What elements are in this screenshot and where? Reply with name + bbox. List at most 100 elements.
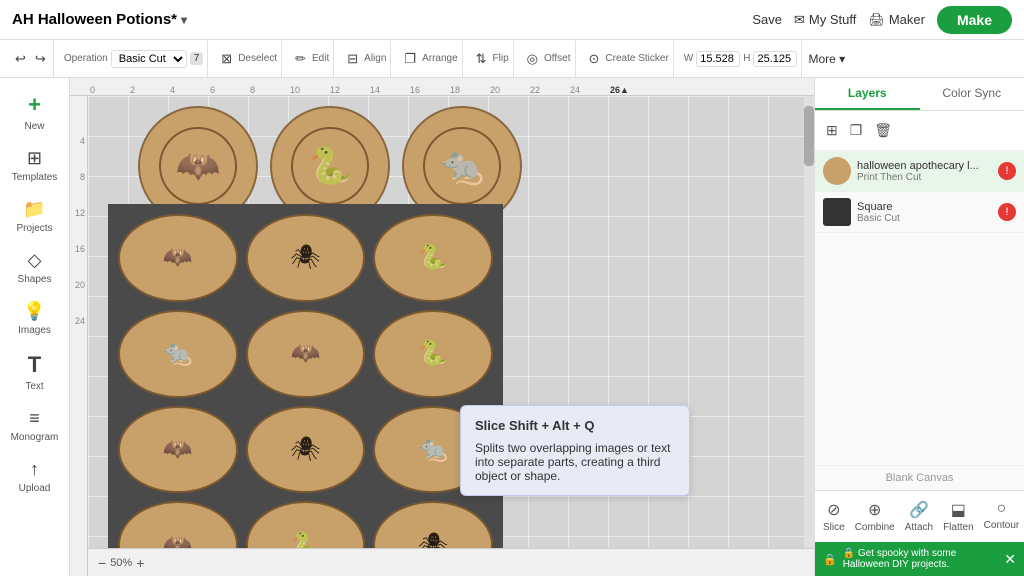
offset-label: Offset xyxy=(544,53,571,64)
undo-button[interactable]: ↩ xyxy=(12,49,29,69)
more-button[interactable]: More ▾ xyxy=(808,52,845,66)
dark-square: 🦇 🕷 🐍 🐀 🦇 🐍 🦇 🕷 🐀 🦇 🐍 🕷 xyxy=(108,204,503,576)
sidebar-item-text-label: Text xyxy=(25,381,43,392)
toolbar-align-group: ⊟ Align xyxy=(340,40,391,77)
layer-thumb-1 xyxy=(823,198,851,226)
toolbar-deselect-group: ⊠ Deselect xyxy=(214,40,282,77)
create-sticker-button[interactable]: ⊙ xyxy=(586,49,603,69)
duplicate-button[interactable]: ❐ xyxy=(847,119,866,142)
canvas-area[interactable]: 024 6810 121416 182022 2426▲ 4 8 12 16 2… xyxy=(70,78,814,576)
combine-button[interactable]: ⊕ Combine xyxy=(851,497,899,536)
images-icon: 💡 xyxy=(23,301,45,322)
attach-icon: 🔗 xyxy=(909,500,929,520)
document-title: AH Halloween Potions* ▾ xyxy=(12,11,187,28)
arrange-button[interactable]: ❐ xyxy=(401,49,419,69)
sidebar-item-images[interactable]: 💡 Images xyxy=(5,295,65,342)
title-chevron-icon[interactable]: ▾ xyxy=(181,13,187,27)
height-label: H xyxy=(743,53,750,64)
operation-select[interactable]: Basic Cut xyxy=(111,50,187,68)
vertical-ruler: 4 8 12 16 20 24 xyxy=(70,96,88,576)
save-button[interactable]: Save xyxy=(752,12,782,27)
bottom-tools: ⊘ Slice ⊕ Combine 🔗 Attach ⬓ Flatten ○ xyxy=(815,491,1024,542)
sidebar-item-images-label: Images xyxy=(18,325,51,336)
tab-color-sync[interactable]: Color Sync xyxy=(920,78,1024,110)
horizontal-ruler: 024 6810 121416 182022 2426▲ xyxy=(70,78,814,96)
deselect-button[interactable]: ⊠ xyxy=(218,49,235,69)
sidebar-item-templates[interactable]: ⊞ Templates xyxy=(5,142,65,189)
snake-svg: 🐍 xyxy=(290,126,370,206)
right-panel: Layers Color Sync ⊞ ❐ 🗑 halloween apothe… xyxy=(814,78,1024,576)
sticker-label: Create Sticker xyxy=(605,53,668,64)
sidebar-item-shapes[interactable]: ◇ Shapes xyxy=(5,244,65,291)
offset-button[interactable]: ◎ xyxy=(524,49,541,69)
layer-warning-1: ! xyxy=(998,203,1016,221)
promo-bar: 🔒 🔒 Get spooky with some Halloween DIY p… xyxy=(815,542,1024,576)
group-button[interactable]: ⊞ xyxy=(823,119,841,142)
operation-badge: 7 xyxy=(190,52,204,65)
maker-button[interactable]: 🖨 Maker xyxy=(868,12,925,28)
align-button[interactable]: ⊟ xyxy=(344,49,361,69)
sidebar-item-projects-label: Projects xyxy=(16,223,52,234)
grid-circle-1: 🦇 xyxy=(118,214,238,302)
make-button[interactable]: Make xyxy=(937,6,1012,34)
sidebar-item-new-label: New xyxy=(24,121,44,132)
sidebar-item-new[interactable]: + New xyxy=(5,86,65,138)
left-sidebar: + New ⊞ Templates 📁 Projects ◇ Shapes 💡 … xyxy=(0,78,70,576)
arrange-label: Arrange xyxy=(422,53,458,64)
height-input[interactable] xyxy=(753,51,797,67)
sidebar-item-shapes-label: Shapes xyxy=(18,274,52,285)
layer-item-0[interactable]: halloween apothecary l... Print Then Cut… xyxy=(815,151,1024,192)
tooltip-box: Slice Shift + Alt + Q Splits two overlap… xyxy=(460,405,690,496)
mystuff-button[interactable]: ✉ My Stuff xyxy=(794,12,856,28)
promo-close-button[interactable]: ✕ xyxy=(1004,551,1016,568)
grid-circle-6: 🐍 xyxy=(373,310,493,398)
flip-button[interactable]: ⇅ xyxy=(473,49,490,69)
shapes-icon: ◇ xyxy=(28,250,42,271)
toolbar-size-group: W H xyxy=(680,40,803,77)
templates-icon: ⊞ xyxy=(27,148,42,169)
toolbar-new-group: ↩ ↪ xyxy=(8,40,54,77)
grid-circle-4: 🐀 xyxy=(118,310,238,398)
top-actions: Save ✉ My Stuff 🖨 Maker Make xyxy=(752,6,1012,34)
zoom-value: 50% xyxy=(110,557,132,569)
operation-label: Operation xyxy=(64,53,108,64)
sidebar-item-templates-label: Templates xyxy=(12,172,58,183)
sidebar-item-upload[interactable]: ↑ Upload xyxy=(5,453,65,500)
deselect-label: Deselect xyxy=(238,53,277,64)
sidebar-item-monogram[interactable]: ≡ Monogram xyxy=(5,402,65,449)
flatten-button[interactable]: ⬓ Flatten xyxy=(939,497,978,536)
main-area: + New ⊞ Templates 📁 Projects ◇ Shapes 💡 … xyxy=(0,78,1024,576)
tooltip-description: Splits two overlapping images or text in… xyxy=(475,441,675,483)
layer-name-1: Square xyxy=(857,201,992,213)
canvas-scrollbar[interactable] xyxy=(804,96,814,548)
text-icon: T xyxy=(28,352,41,378)
layer-item-1[interactable]: Square Basic Cut ! xyxy=(815,192,1024,233)
title-text: AH Halloween Potions* xyxy=(12,11,177,28)
delete-button[interactable]: 🗑 xyxy=(871,119,895,142)
zoom-in-button[interactable]: + xyxy=(136,555,144,571)
tooltip-title: Slice Shift + Alt + Q xyxy=(475,418,675,433)
sidebar-item-projects[interactable]: 📁 Projects xyxy=(5,193,65,240)
zoom-out-button[interactable]: − xyxy=(98,555,106,571)
redo-button[interactable]: ↪ xyxy=(32,49,49,69)
edit-label: Edit xyxy=(312,53,329,64)
tab-layers[interactable]: Layers xyxy=(815,78,920,110)
attach-button[interactable]: 🔗 Attach xyxy=(901,497,937,536)
layers-list: halloween apothecary l... Print Then Cut… xyxy=(815,151,1024,465)
toolbar-edit-group: ✏ Edit xyxy=(288,40,334,77)
slice-button[interactable]: ⊘ Slice xyxy=(819,497,849,536)
width-input[interactable] xyxy=(696,51,740,67)
sidebar-item-text[interactable]: T Text xyxy=(5,346,65,398)
maker-icon: 🖨 xyxy=(868,12,885,28)
toolbar: ↩ ↪ Operation Basic Cut 7 ⊠ Deselect ✏ E… xyxy=(0,40,1024,78)
edit-button[interactable]: ✏ xyxy=(292,49,309,69)
toolbar-sticker-group: ⊙ Create Sticker xyxy=(582,40,674,77)
contour-button[interactable]: ○ Contour xyxy=(980,497,1024,536)
contour-icon: ○ xyxy=(997,500,1007,518)
svg-text:🐀: 🐀 xyxy=(440,145,485,186)
toolbar-offset-group: ◎ Offset xyxy=(520,40,576,77)
toolbar-flip-group: ⇅ Flip xyxy=(469,40,514,77)
combine-icon: ⊕ xyxy=(868,500,881,520)
grid-circle-5: 🦇 xyxy=(246,310,366,398)
layer-thumb-0 xyxy=(823,157,851,185)
